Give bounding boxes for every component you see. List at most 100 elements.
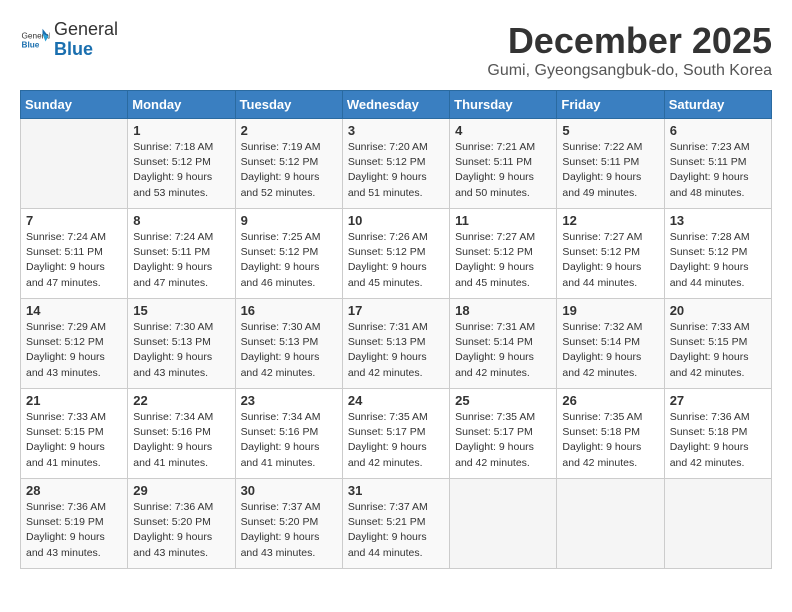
day-number: 27 xyxy=(670,393,766,408)
weekday-header: Saturday xyxy=(664,91,771,119)
day-info: Sunrise: 7:30 AMSunset: 5:13 PMDaylight:… xyxy=(133,320,229,381)
calendar-cell: 29 Sunrise: 7:36 AMSunset: 5:20 PMDayligh… xyxy=(128,479,235,569)
day-number: 12 xyxy=(562,213,658,228)
day-info: Sunrise: 7:23 AMSunset: 5:11 PMDaylight:… xyxy=(670,140,766,201)
calendar-cell: 15Sunrise: 7:30 AMSunset: 5:13 PMDayligh… xyxy=(128,299,235,389)
day-info: Sunrise: 7:34 AMSunset: 5:16 PMDaylight:… xyxy=(241,410,337,471)
day-info: Sunrise: 7:32 AMSunset: 5:14 PMDaylight:… xyxy=(562,320,658,381)
location: Gumi, Gyeongsangbuk-do, South Korea xyxy=(487,62,772,80)
day-info: Sunrise: 7:24 AMSunset: 5:11 PMDaylight:… xyxy=(26,230,122,291)
title-area: December 2025 Gumi, Gyeongsangbuk-do, So… xyxy=(487,20,772,80)
day-info: Sunrise: 7:24 AMSunset: 5:11 PMDaylight:… xyxy=(133,230,229,291)
calendar-cell: 9Sunrise: 7:25 AMSunset: 5:12 PMDaylight… xyxy=(235,209,342,299)
day-info: Sunrise: 7:21 AMSunset: 5:11 PMDaylight:… xyxy=(455,140,551,201)
day-info: Sunrise: 7:36 AMSunset: 5:20 PMDaylight:… xyxy=(133,500,229,561)
weekday-header: Sunday xyxy=(21,91,128,119)
calendar-week: 7 Sunrise: 7:24 AMSunset: 5:11 PMDaylight… xyxy=(21,209,772,299)
day-info: Sunrise: 7:34 AMSunset: 5:16 PMDaylight:… xyxy=(133,410,229,471)
day-number: 23 xyxy=(241,393,337,408)
calendar-cell: 4Sunrise: 7:21 AMSunset: 5:11 PMDaylight… xyxy=(450,119,557,209)
day-info: Sunrise: 7:33 AMSunset: 5:15 PMDaylight:… xyxy=(670,320,766,381)
calendar-cell: 22 Sunrise: 7:34 AMSunset: 5:16 PMDayligh… xyxy=(128,389,235,479)
calendar-cell xyxy=(664,479,771,569)
day-number: 7 xyxy=(26,213,122,228)
calendar-week: 28Sunrise: 7:36 AMSunset: 5:19 PMDayligh… xyxy=(21,479,772,569)
day-info: Sunrise: 7:26 AMSunset: 5:12 PMDaylight:… xyxy=(348,230,444,291)
weekday-header: Monday xyxy=(128,91,235,119)
day-number: 16 xyxy=(241,303,337,318)
day-number: 5 xyxy=(562,123,658,138)
day-number: 1 xyxy=(133,123,229,138)
calendar-cell xyxy=(450,479,557,569)
calendar-cell: 31Sunrise: 7:37 AMSunset: 5:21 PMDayligh… xyxy=(342,479,449,569)
calendar-cell: 30 Sunrise: 7:37 AMSunset: 5:20 PMDayligh… xyxy=(235,479,342,569)
day-number: 11 xyxy=(455,213,551,228)
calendar-cell: 3Sunrise: 7:20 AMSunset: 5:12 PMDaylight… xyxy=(342,119,449,209)
calendar-cell xyxy=(557,479,664,569)
day-number: 29 xyxy=(133,483,229,498)
weekday-header: Friday xyxy=(557,91,664,119)
day-number: 10 xyxy=(348,213,444,228)
day-info: Sunrise: 7:18 AMSunset: 5:12 PMDaylight:… xyxy=(133,140,229,201)
calendar-cell: 19 Sunrise: 7:32 AMSunset: 5:14 PMDayligh… xyxy=(557,299,664,389)
svg-text:Blue: Blue xyxy=(22,40,40,49)
day-number: 9 xyxy=(241,213,337,228)
calendar-cell: 1 Sunrise: 7:18 AMSunset: 5:12 PMDaylight… xyxy=(128,119,235,209)
logo-blue: Blue xyxy=(54,39,93,59)
day-info: Sunrise: 7:30 AMSunset: 5:13 PMDaylight:… xyxy=(241,320,337,381)
calendar-table: SundayMondayTuesdayWednesdayThursdayFrid… xyxy=(20,90,772,569)
day-number: 22 xyxy=(133,393,229,408)
day-number: 2 xyxy=(241,123,337,138)
calendar-header: SundayMondayTuesdayWednesdayThursdayFrid… xyxy=(21,91,772,119)
day-info: Sunrise: 7:28 AMSunset: 5:12 PMDaylight:… xyxy=(670,230,766,291)
logo-general: General xyxy=(54,19,118,39)
calendar-cell: 28Sunrise: 7:36 AMSunset: 5:19 PMDayligh… xyxy=(21,479,128,569)
calendar-week: 14 Sunrise: 7:29 AMSunset: 5:12 PMDayligh… xyxy=(21,299,772,389)
calendar-cell: 21 Sunrise: 7:33 AMSunset: 5:15 PMDayligh… xyxy=(21,389,128,479)
calendar-cell: 27Sunrise: 7:36 AMSunset: 5:18 PMDayligh… xyxy=(664,389,771,479)
calendar-cell: 24 Sunrise: 7:35 AMSunset: 5:17 PMDayligh… xyxy=(342,389,449,479)
day-number: 8 xyxy=(133,213,229,228)
day-info: Sunrise: 7:31 AMSunset: 5:13 PMDaylight:… xyxy=(348,320,444,381)
day-number: 21 xyxy=(26,393,122,408)
calendar-body: 1 Sunrise: 7:18 AMSunset: 5:12 PMDaylight… xyxy=(21,119,772,569)
calendar-cell: 13 Sunrise: 7:28 AMSunset: 5:12 PMDayligh… xyxy=(664,209,771,299)
day-info: Sunrise: 7:27 AMSunset: 5:12 PMDaylight:… xyxy=(455,230,551,291)
logo-text: General Blue xyxy=(54,20,118,60)
calendar-cell: 2Sunrise: 7:19 AMSunset: 5:12 PMDaylight… xyxy=(235,119,342,209)
day-number: 31 xyxy=(348,483,444,498)
day-number: 20 xyxy=(670,303,766,318)
day-number: 13 xyxy=(670,213,766,228)
day-info: Sunrise: 7:37 AMSunset: 5:20 PMDaylight:… xyxy=(241,500,337,561)
day-number: 3 xyxy=(348,123,444,138)
day-info: Sunrise: 7:29 AMSunset: 5:12 PMDaylight:… xyxy=(26,320,122,381)
day-number: 17 xyxy=(348,303,444,318)
day-number: 26 xyxy=(562,393,658,408)
day-info: Sunrise: 7:35 AMSunset: 5:17 PMDaylight:… xyxy=(348,410,444,471)
calendar-cell: 11 Sunrise: 7:27 AMSunset: 5:12 PMDayligh… xyxy=(450,209,557,299)
day-number: 25 xyxy=(455,393,551,408)
weekday-header: Wednesday xyxy=(342,91,449,119)
logo-icon: General Blue xyxy=(20,25,50,55)
day-number: 14 xyxy=(26,303,122,318)
day-number: 19 xyxy=(562,303,658,318)
month-title: December 2025 xyxy=(487,20,772,62)
day-number: 30 xyxy=(241,483,337,498)
weekday-header: Thursday xyxy=(450,91,557,119)
calendar-week: 21 Sunrise: 7:33 AMSunset: 5:15 PMDayligh… xyxy=(21,389,772,479)
calendar-cell: 5Sunrise: 7:22 AMSunset: 5:11 PMDaylight… xyxy=(557,119,664,209)
day-number: 24 xyxy=(348,393,444,408)
day-info: Sunrise: 7:35 AMSunset: 5:17 PMDaylight:… xyxy=(455,410,551,471)
day-info: Sunrise: 7:35 AMSunset: 5:18 PMDaylight:… xyxy=(562,410,658,471)
calendar-cell: 23 Sunrise: 7:34 AMSunset: 5:16 PMDayligh… xyxy=(235,389,342,479)
day-info: Sunrise: 7:33 AMSunset: 5:15 PMDaylight:… xyxy=(26,410,122,471)
page-header: General Blue General Blue December 2025 … xyxy=(20,20,772,80)
calendar-cell: 10 Sunrise: 7:26 AMSunset: 5:12 PMDayligh… xyxy=(342,209,449,299)
calendar-cell: 6Sunrise: 7:23 AMSunset: 5:11 PMDaylight… xyxy=(664,119,771,209)
calendar-cell: 25 Sunrise: 7:35 AMSunset: 5:17 PMDayligh… xyxy=(450,389,557,479)
calendar-cell xyxy=(21,119,128,209)
day-number: 18 xyxy=(455,303,551,318)
day-info: Sunrise: 7:36 AMSunset: 5:19 PMDaylight:… xyxy=(26,500,122,561)
calendar-cell: 16 Sunrise: 7:30 AMSunset: 5:13 PMDayligh… xyxy=(235,299,342,389)
calendar-week: 1 Sunrise: 7:18 AMSunset: 5:12 PMDaylight… xyxy=(21,119,772,209)
